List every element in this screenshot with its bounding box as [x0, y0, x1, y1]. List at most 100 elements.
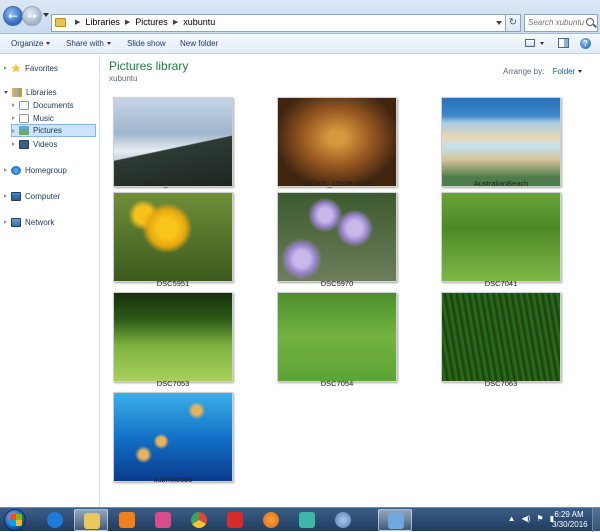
recent-pages-dropdown-icon[interactable] [43, 13, 49, 17]
share-with-button[interactable]: Share with [66, 39, 111, 48]
taskbar-game[interactable] [290, 509, 324, 531]
internet-explorer-icon [47, 512, 63, 528]
forward-button[interactable]: → [22, 6, 42, 26]
folder-icon [55, 18, 66, 27]
breadcrumb-libraries[interactable]: Libraries [85, 17, 120, 27]
image-thumbnail[interactable] [113, 97, 233, 187]
collapse-icon[interactable] [4, 90, 8, 94]
windows-logo-icon [10, 514, 22, 526]
expand-icon[interactable] [12, 128, 15, 133]
image-thumbnail[interactable] [277, 97, 397, 187]
sidebar-item-favorites[interactable]: Favorites [4, 62, 58, 74]
image-thumbnail[interactable] [277, 292, 397, 382]
image-thumbnail[interactable] [441, 192, 561, 282]
expand-icon[interactable] [4, 220, 7, 224]
change-view-icon[interactable] [525, 39, 535, 47]
arrow-right-icon: → [26, 9, 38, 23]
file-name[interactable]: AustralianBeach [421, 179, 581, 188]
sidebar-item-music[interactable]: Music [12, 112, 54, 124]
command-toolbar: Organize Share with Slide show New folde… [0, 34, 600, 54]
path-bar[interactable]: ▶ Libraries ▶ Pictures ▶ xubuntu [51, 14, 506, 32]
image-thumbnail[interactable] [113, 392, 233, 482]
action-center-flag-icon[interactable]: ⚑ [536, 514, 543, 523]
expand-icon[interactable] [12, 116, 15, 120]
image-thumbnail[interactable] [277, 192, 397, 282]
chevron-down-icon [46, 42, 51, 46]
sidebar-item-documents[interactable]: Documents [12, 99, 73, 111]
file-name[interactable]: DSC7054 [257, 379, 417, 388]
sidebar-item-videos[interactable]: Videos [12, 138, 57, 150]
sidebar-label: Network [25, 217, 55, 227]
volume-icon[interactable]: ◀) [522, 514, 531, 523]
library-title: Pictures library [109, 59, 189, 73]
taskbar-firefox[interactable] [254, 509, 288, 531]
back-button[interactable]: ← [3, 6, 23, 26]
show-hidden-icons-icon[interactable]: ▲ [508, 514, 516, 523]
expand-icon[interactable] [12, 103, 15, 107]
sidebar-item-libraries[interactable]: Libraries [4, 86, 57, 98]
file-name[interactable]: DSC5970 [257, 279, 417, 288]
image-thumbnail[interactable] [113, 192, 233, 282]
search-input[interactable] [528, 18, 586, 27]
slide-show-button[interactable]: Slide show [127, 39, 166, 48]
taskbar-internet-explorer[interactable] [38, 509, 72, 531]
expand-icon[interactable] [4, 66, 7, 70]
refresh-button[interactable]: ↻ [506, 14, 521, 32]
share-with-label: Share with [66, 39, 104, 48]
start-button[interactable] [4, 509, 26, 531]
file-name[interactable]: DSC5951 [93, 279, 253, 288]
show-desktop-button[interactable] [592, 508, 600, 532]
sidebar-item-homegroup[interactable]: Homegroup [4, 164, 67, 176]
chevron-right-icon[interactable]: ▶ [173, 18, 178, 26]
preview-pane-icon[interactable] [558, 38, 569, 48]
expand-icon[interactable] [12, 142, 15, 146]
taskbar-vivaldi[interactable] [218, 509, 252, 531]
library-icon [12, 87, 22, 97]
sidebar-label: Music [33, 113, 54, 123]
file-name[interactable]: DSC7063 [421, 379, 581, 388]
clock-time: 6:29 AM [554, 510, 584, 519]
taskbar-media-player[interactable] [110, 509, 144, 531]
taskbar-paint[interactable] [146, 509, 180, 531]
taskbar-chrome[interactable] [182, 509, 216, 531]
path-history-dropdown-icon[interactable] [496, 21, 502, 25]
sidebar-item-network[interactable]: Network [4, 216, 54, 228]
help-icon[interactable]: ? [580, 38, 591, 49]
file-name[interactable]: 150308_15h28-4016 [257, 179, 417, 188]
taskbar-app[interactable] [326, 509, 360, 531]
search-box[interactable] [524, 14, 598, 32]
image-thumbnail[interactable] [441, 97, 561, 187]
file-name[interactable]: 130429_14h05-4148 [93, 179, 253, 188]
search-icon[interactable] [586, 18, 594, 26]
taskbar-windows-explorer[interactable] [74, 509, 108, 531]
breadcrumb-pictures[interactable]: Pictures [135, 17, 168, 27]
star-icon [11, 63, 21, 73]
breadcrumb-xubuntu[interactable]: xubuntu [183, 17, 215, 27]
image-thumbnail[interactable] [441, 292, 561, 382]
sidebar-label: Videos [33, 139, 58, 149]
clock[interactable]: 6:29 AM 3/30/2016 [552, 510, 588, 530]
file-name[interactable]: submit0398 [93, 475, 253, 484]
paint-icon [155, 512, 171, 528]
sidebar-label: Libraries [26, 87, 57, 97]
image-thumbnail[interactable] [113, 292, 233, 382]
arrange-by-dropdown[interactable]: Folder [553, 67, 583, 76]
expand-icon[interactable] [4, 168, 7, 172]
view-options-dropdown-icon[interactable] [540, 42, 544, 45]
file-name[interactable]: DSC7041 [421, 279, 581, 288]
computer-icon [11, 191, 21, 201]
game-icon [299, 512, 315, 528]
chevron-right-icon[interactable]: ▶ [75, 18, 80, 26]
arrow-left-icon: ← [7, 9, 19, 23]
sidebar-item-pictures[interactable]: Pictures [11, 124, 96, 137]
remote-desktop-icon [388, 513, 404, 529]
new-folder-button[interactable]: New folder [180, 39, 218, 48]
chevron-right-icon[interactable]: ▶ [125, 18, 130, 26]
taskbar-remote-desktop[interactable] [378, 509, 412, 531]
picture-icon [19, 126, 29, 135]
file-name[interactable]: DSC7053 [93, 379, 253, 388]
expand-icon[interactable] [4, 194, 7, 198]
chrome-icon [191, 512, 207, 528]
organize-button[interactable]: Organize [11, 39, 51, 48]
sidebar-item-computer[interactable]: Computer [4, 190, 60, 202]
